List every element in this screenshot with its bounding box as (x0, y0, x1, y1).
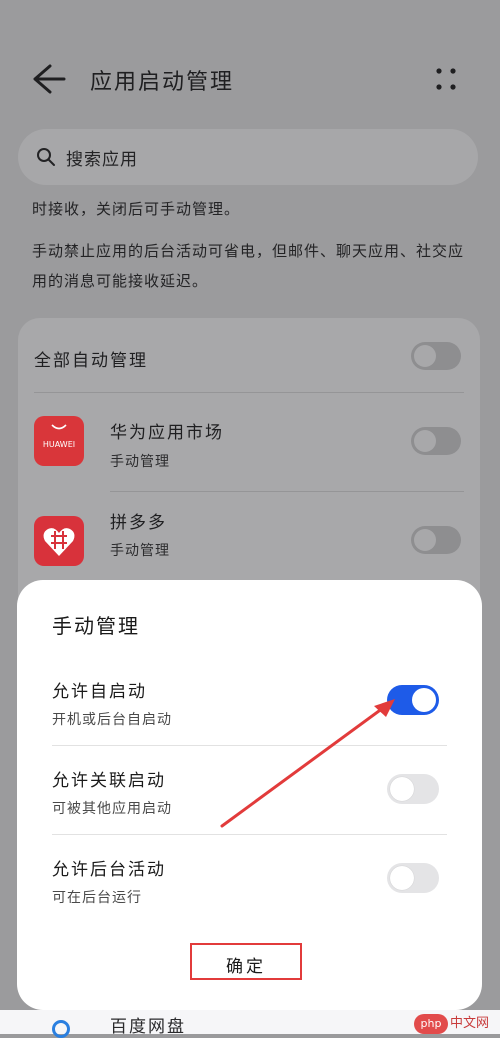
divider (110, 491, 464, 492)
autostart-toggle[interactable] (387, 685, 439, 715)
option-description: 可在后台运行 (52, 890, 142, 906)
app-startup-page: 应用启动管理 搜索应用 时接收，关闭后可手动管理。 手动禁止应用的后台活动可省电… (0, 0, 500, 1038)
search-input[interactable]: 搜索应用 (66, 145, 138, 170)
background-toggle[interactable] (387, 863, 439, 893)
watermark-text: 中文网 (450, 1016, 490, 1031)
search-icon (37, 148, 55, 166)
app-row-pinduoduo[interactable]: 拼多多 手动管理 (18, 496, 480, 591)
divider (52, 834, 447, 835)
option-label: 允许自启动 (52, 682, 147, 702)
app-name-baidu[interactable]: 百度网盘 (110, 1012, 186, 1037)
app-status: 手动管理 (110, 543, 170, 559)
option-allow-linked-start[interactable]: 允许关联启动 可被其他应用启动 (17, 766, 482, 854)
manual-manage-dialog: 手动管理 允许自启动 开机或后台自启动 允许关联启动 可被其他应用启动 允许后台… (17, 580, 482, 1010)
confirm-button[interactable]: 确定 (190, 943, 302, 980)
app-status: 手动管理 (110, 454, 170, 470)
watermark: php 中文网 (414, 1014, 498, 1034)
description-line-1: 时接收，关闭后可手动管理。 (32, 200, 241, 218)
back-arrow-icon[interactable] (30, 62, 68, 96)
search-bar[interactable]: 搜索应用 (18, 129, 478, 185)
app-name: 拼多多 (110, 513, 167, 533)
dialog-title: 手动管理 (52, 614, 140, 638)
option-description: 开机或后台自启动 (52, 712, 172, 728)
auto-manage-all-switch[interactable] (411, 342, 461, 370)
baidu-netdisk-icon (52, 1020, 70, 1038)
page-title: 应用启动管理 (90, 70, 235, 95)
svg-text:HUAWEI: HUAWEI (43, 440, 75, 449)
option-label: 允许关联启动 (52, 771, 166, 791)
pinduoduo-icon (34, 516, 84, 566)
confirm-label: 确定 (226, 957, 266, 977)
option-label: 允许后台活动 (52, 860, 166, 880)
option-allow-background[interactable]: 允许后台活动 可在后台运行 (17, 855, 482, 943)
linked-start-toggle[interactable] (387, 774, 439, 804)
app-switch-pinduoduo[interactable] (411, 526, 461, 554)
option-allow-autostart[interactable]: 允许自启动 开机或后台自启动 (17, 677, 482, 765)
app-name: 华为应用市场 (110, 423, 224, 443)
auto-manage-all-label: 全部自动管理 (34, 351, 148, 371)
app-switch-huawei[interactable] (411, 427, 461, 455)
huawei-appgallery-icon: HUAWEI (34, 416, 84, 466)
divider (34, 392, 464, 393)
app-row-huawei[interactable]: HUAWEI 华为应用市场 手动管理 (18, 396, 480, 491)
more-options-icon[interactable] (434, 66, 458, 92)
auto-manage-all-row[interactable]: 全部自动管理 (18, 318, 480, 392)
watermark-php: php (414, 1014, 448, 1034)
description-line-2: 手动禁止应用的后台活动可省电，但邮件、聊天应用、社交应用的消息可能接收延迟。 (32, 242, 465, 290)
option-description: 可被其他应用启动 (52, 801, 172, 817)
divider (52, 745, 447, 746)
